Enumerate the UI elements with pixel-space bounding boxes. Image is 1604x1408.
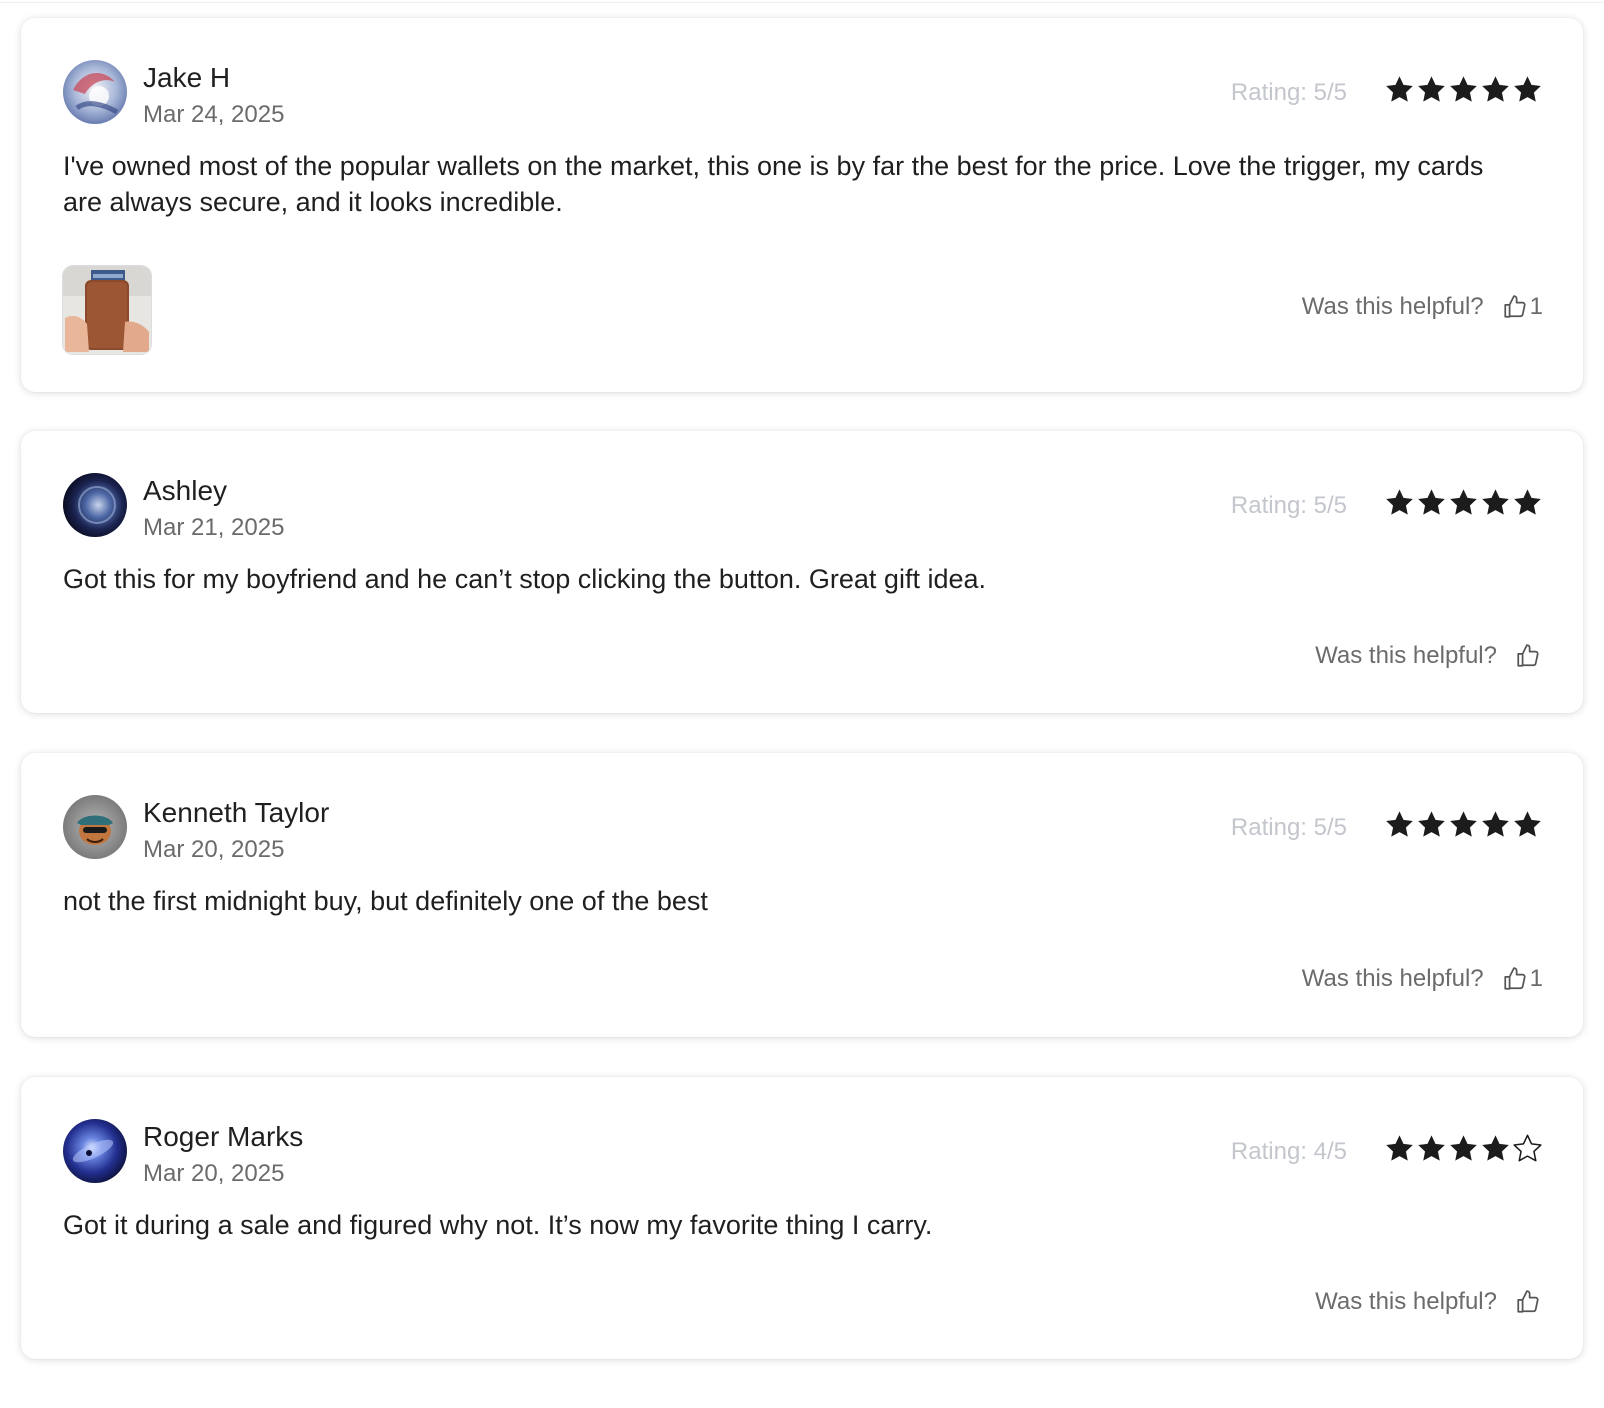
helpful-vote: Was this helpful? xyxy=(1315,1288,1543,1316)
reviewer-name: Roger Marks xyxy=(143,1121,304,1152)
star-icon xyxy=(1514,76,1541,102)
review-body: I've owned most of the popular wallets o… xyxy=(63,151,1484,217)
star-icon xyxy=(1450,489,1477,515)
review-date: Mar 24, 2025 xyxy=(143,101,285,128)
star-icon xyxy=(1418,489,1445,515)
review-card: Kenneth Taylor Mar 20, 2025 Rating: 5/5 … xyxy=(21,753,1583,1037)
star-rating xyxy=(1384,74,1543,105)
review-date: Mar 21, 2025 xyxy=(143,514,285,541)
helpful-vote: Was this helpful? xyxy=(1315,642,1543,670)
star-icon xyxy=(1482,76,1509,102)
helpful-label: Was this helpful? xyxy=(1315,1288,1497,1315)
helpful-label: Was this helpful? xyxy=(1301,965,1484,992)
thumbs-up-button[interactable] xyxy=(1515,1289,1543,1315)
star-icon xyxy=(1482,489,1509,515)
review-body: Got it during a sale and figured why not… xyxy=(63,1210,933,1240)
star-icon xyxy=(1418,76,1445,102)
review-date: Mar 20, 2025 xyxy=(143,836,285,863)
helpful-vote: Was this helpful? 1 xyxy=(1302,293,1543,321)
star-icon xyxy=(1513,1134,1542,1162)
helpful-label: Was this helpful? xyxy=(1315,642,1497,669)
star-rating xyxy=(1384,809,1543,840)
reviewer-name: Jake H xyxy=(143,62,231,93)
rating-label: Rating: 5/5 xyxy=(1230,492,1347,519)
star-icon xyxy=(1386,811,1413,837)
thumbs-up-icon xyxy=(1517,644,1539,667)
star-icon xyxy=(1514,489,1541,515)
star-icon xyxy=(1482,1135,1509,1161)
star-rating xyxy=(1384,1133,1543,1164)
rating-label: Rating: 5/5 xyxy=(1230,814,1347,841)
thumbs-up-button[interactable]: 1 xyxy=(1502,293,1543,321)
review-body: Got this for my boyfriend and he can’t s… xyxy=(63,564,986,594)
star-icon xyxy=(1418,811,1445,837)
reviewer-name: Kenneth Taylor xyxy=(143,797,330,828)
helpful-count: 1 xyxy=(1529,293,1543,320)
star-icon xyxy=(1450,811,1477,837)
helpful-label: Was this helpful? xyxy=(1301,293,1484,320)
review-card: Ashley Mar 21, 2025 Rating: 5/5 Got this… xyxy=(21,431,1583,713)
rating-label: Rating: 5/5 xyxy=(1230,79,1347,106)
thumbs-up-button[interactable] xyxy=(1515,643,1543,669)
review-body: not the first midnight buy, but definite… xyxy=(63,886,708,916)
star-rating xyxy=(1384,487,1543,518)
avatar xyxy=(63,473,127,537)
thumbs-up-icon xyxy=(1517,1290,1539,1313)
star-icon xyxy=(1450,1135,1477,1161)
star-icon xyxy=(1450,76,1477,102)
review-photo[interactable] xyxy=(63,266,151,354)
star-icon xyxy=(1386,76,1413,102)
review-card: Roger Marks Mar 20, 2025 Rating: 4/5 Got… xyxy=(21,1077,1583,1359)
rating-label: Rating: 4/5 xyxy=(1230,1138,1347,1165)
avatar xyxy=(63,795,127,859)
helpful-count: 1 xyxy=(1529,965,1543,992)
star-icon xyxy=(1386,489,1413,515)
star-icon xyxy=(1514,811,1541,837)
avatar xyxy=(63,60,127,124)
thumbs-up-icon xyxy=(1504,295,1526,318)
star-icon xyxy=(1482,811,1509,837)
thumbs-up-button[interactable]: 1 xyxy=(1502,965,1543,993)
review-date: Mar 20, 2025 xyxy=(143,1160,285,1187)
reviewer-name: Ashley xyxy=(143,475,228,506)
star-icon xyxy=(1386,1135,1413,1161)
helpful-vote: Was this helpful? 1 xyxy=(1302,965,1543,993)
thumbs-up-icon xyxy=(1504,967,1526,990)
review-card: Jake H Mar 24, 2025 Rating: 5/5 I've own… xyxy=(21,18,1583,392)
star-icon xyxy=(1418,1135,1445,1161)
avatar xyxy=(63,1119,127,1183)
top-divider xyxy=(0,2,1604,3)
